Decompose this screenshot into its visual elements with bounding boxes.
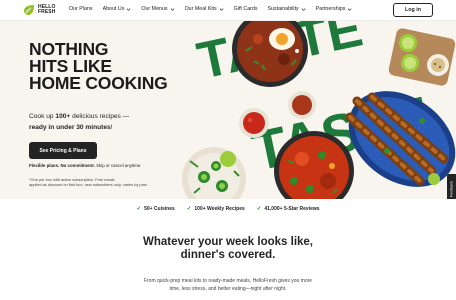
nav-partnerships[interactable]: Partnerships xyxy=(316,6,353,12)
section-body-line-1: From quick-prep meal kits to ready-made … xyxy=(143,278,313,284)
nav-about-us[interactable]: About Us xyxy=(103,6,132,12)
chevron-down-icon xyxy=(126,7,131,11)
hellofresh-logo[interactable]: HELLO FRESH xyxy=(23,4,55,16)
flexible-plans-note: Flexible plans. No commitment. Skip or c… xyxy=(29,163,142,168)
stat-weekly-recipes-label: 100+ Weekly Recipes xyxy=(194,206,245,212)
flex-rest: Skip or cancel anytime. xyxy=(94,163,142,168)
pepper-bowl xyxy=(182,147,246,199)
section-body-line-2: time, less stress, and better eating—nig… xyxy=(169,286,287,292)
hero-headline: NOTHING HITS LIKE HOME COOKING xyxy=(29,40,168,93)
lime-logo-icon xyxy=(24,5,34,15)
stat-cuisines: ✓ 50+ Cuisines xyxy=(136,206,174,212)
nav-our-meal-kits-label: Our Meal Kits xyxy=(184,6,217,12)
stat-cuisines-label: 50+ Cuisines xyxy=(144,206,175,212)
section-title-line-2: dinner's covered. xyxy=(180,249,276,261)
sub-mid: delicious recipes — xyxy=(70,113,130,120)
sub-line-1: Cook up 100+ delicious recipes — xyxy=(29,111,129,122)
chevron-down-icon xyxy=(301,7,306,11)
see-pricing-plans-button[interactable]: See Pricing & Plans xyxy=(29,142,97,159)
sub-bold-2: ready in under 30 minutes xyxy=(29,124,111,131)
stat-weekly-recipes: ✓ 100+ Weekly Recipes xyxy=(187,206,245,212)
checkmark-icon: ✓ xyxy=(256,206,262,212)
sub-suffix: ! xyxy=(110,124,113,131)
nav-sustainability-label: Sustainability xyxy=(267,6,299,12)
fine-line-2: applied as discount on first box, new su… xyxy=(29,182,148,188)
nav-our-menus-label: Our Menus xyxy=(141,6,168,12)
checkmark-icon: ✓ xyxy=(186,206,192,212)
checkmark-icon: ✓ xyxy=(136,206,142,212)
logo-wordmark: HELLO FRESH xyxy=(38,5,55,15)
main-nav: Our Plans About Us Our Menus Our Meal Ki… xyxy=(69,6,352,12)
section-title-line-1: Whatever your week looks like, xyxy=(142,236,313,248)
stats-strip: ✓ 50+ Cuisines ✓ 100+ Weekly Recipes ✓ 4… xyxy=(0,199,456,219)
flex-bold: Flexible plans. No commitment. xyxy=(29,163,95,168)
chevron-down-icon xyxy=(219,7,224,11)
lime-plate xyxy=(388,28,456,86)
section-body: From quick-prep meal kits to ready-made … xyxy=(0,277,456,293)
nav-gift-cards[interactable]: Gift Cards xyxy=(234,6,258,12)
section-title: Whatever your week looks like, dinner's … xyxy=(0,236,456,262)
headline-line-3: HOME COOKING xyxy=(29,73,168,93)
logo-line-2: FRESH xyxy=(38,9,56,15)
sub-line-2: ready in under 30 minutes! xyxy=(29,122,129,133)
site-header: HELLO FRESH Our Plans About Us Our Menus… xyxy=(0,0,456,21)
nav-our-menus[interactable]: Our Menus xyxy=(141,6,174,12)
stat-reviews: ✓ 41,000+ 5-Star Reviews xyxy=(257,206,320,212)
stat-reviews-label: 41,000+ 5-Star Reviews xyxy=(264,206,320,212)
chevron-down-icon xyxy=(170,7,174,11)
nav-partnerships-label: Partnerships xyxy=(315,6,346,12)
feedback-tab[interactable]: Feedback xyxy=(447,174,456,199)
nav-gift-cards-label: Gift Cards xyxy=(233,6,258,12)
login-button[interactable]: Log in xyxy=(393,3,433,17)
nav-about-us-label: About Us xyxy=(102,6,125,12)
nav-sustainability[interactable]: Sustainability xyxy=(268,6,306,12)
sub-prefix: Cook up xyxy=(29,113,56,120)
hero-section: NOTHING HITS LIKE HOME COOKING Cook up 1… xyxy=(0,21,456,199)
hero-subheadline: Cook up 100+ delicious recipes — ready i… xyxy=(29,111,129,133)
hero-food-image: TASTE TASTE xyxy=(182,21,456,199)
sub-bold-1: 100+ xyxy=(55,113,71,120)
fine-print: *One per box with active subscription. F… xyxy=(29,177,148,187)
nav-our-plans[interactable]: Our Plans xyxy=(69,6,93,12)
nav-our-meal-kits[interactable]: Our Meal Kits xyxy=(185,6,224,12)
chevron-down-icon xyxy=(348,7,352,11)
nav-our-plans-label: Our Plans xyxy=(69,6,93,12)
